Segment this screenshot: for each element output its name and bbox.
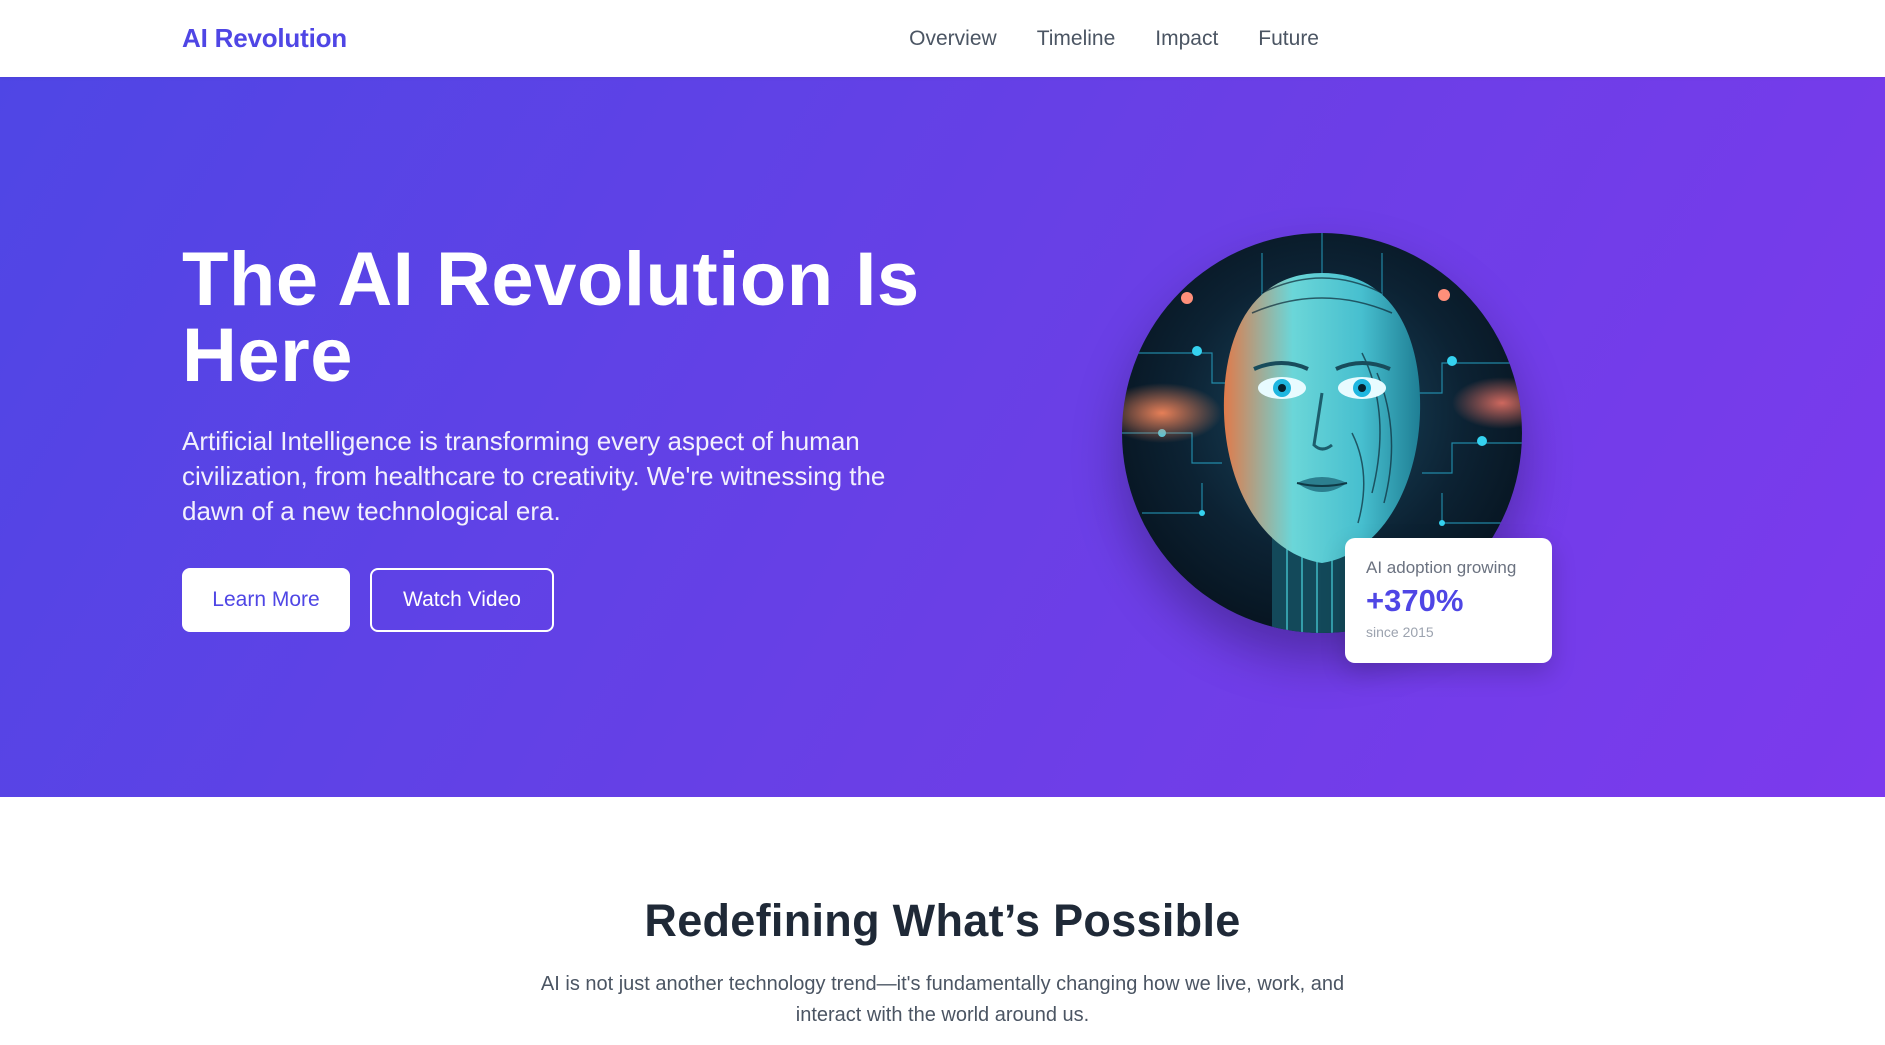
- top-nav: AI Revolution Overview Timeline Impact F…: [0, 0, 1885, 77]
- nav-link-timeline[interactable]: Timeline: [1037, 27, 1116, 51]
- possible-section: Redefining What’s Possible AI is not jus…: [0, 797, 1885, 1045]
- nav-link-overview[interactable]: Overview: [909, 27, 997, 51]
- section-description: AI is not just another technology trend—…: [540, 973, 1345, 1026]
- brand-logo[interactable]: AI Revolution: [182, 23, 347, 54]
- learn-more-button[interactable]: Learn More: [182, 568, 350, 632]
- nav-links: Overview Timeline Impact Future: [909, 27, 1319, 51]
- stat-sub: since 2015: [1366, 624, 1434, 640]
- section-title: Redefining What’s Possible: [644, 895, 1241, 946]
- adoption-stat-card: AI adoption growing +370% since 2015: [1345, 538, 1552, 663]
- nav-link-future[interactable]: Future: [1258, 27, 1319, 51]
- watch-video-button[interactable]: Watch Video: [370, 568, 554, 632]
- stat-value: +370%: [1366, 583, 1464, 618]
- stat-label: AI adoption growing: [1366, 558, 1517, 577]
- hero-title-line2: Here: [182, 313, 353, 398]
- hero-title-line1: The AI Revolution Is: [182, 237, 920, 322]
- hero-description: Artificial Intelligence is transforming …: [182, 426, 886, 526]
- hero-title: The AI Revolution Is Here: [182, 242, 962, 394]
- hero-section: The AI Revolution Is Here Artificial Int…: [0, 77, 1885, 797]
- hero-buttons: Learn More Watch Video: [182, 568, 554, 632]
- nav-link-impact[interactable]: Impact: [1155, 27, 1218, 51]
- hero-text: The AI Revolution Is Here Artificial Int…: [182, 242, 962, 529]
